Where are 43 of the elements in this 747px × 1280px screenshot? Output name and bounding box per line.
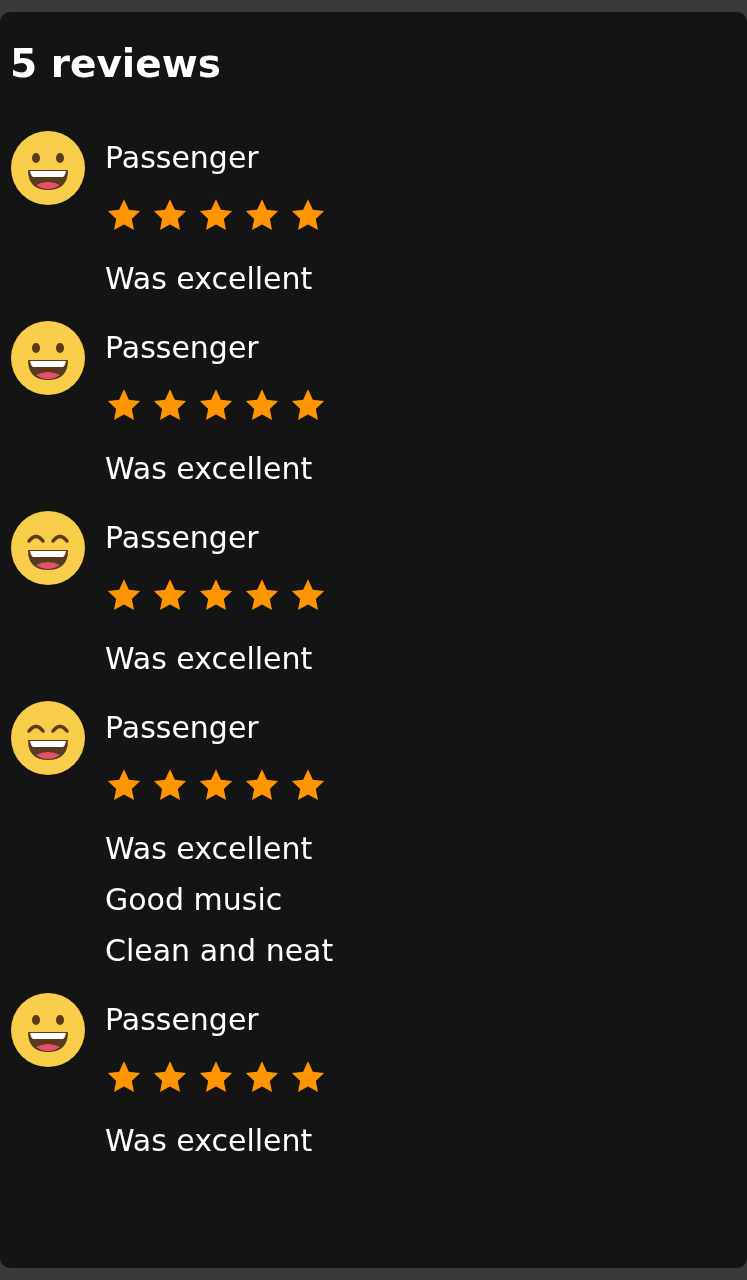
emoji-avatar-icon	[10, 700, 86, 776]
star-icon	[105, 577, 143, 613]
star-icon	[197, 767, 235, 803]
emoji-avatar-icon	[10, 320, 86, 396]
reviewer-name: Passenger	[105, 519, 260, 557]
star-icon	[197, 197, 235, 233]
star-icon	[151, 387, 189, 423]
emoji-avatar-icon	[10, 130, 86, 206]
reviewer-name: Passenger	[105, 139, 260, 177]
review-comment: Clean and neat	[105, 932, 334, 970]
reviews-title: 5 reviews	[10, 40, 222, 88]
star-icon	[289, 197, 327, 233]
star-icon	[151, 767, 189, 803]
review-comment: Was excellent	[105, 260, 314, 298]
star-icon	[243, 767, 281, 803]
star-icon	[197, 1059, 235, 1095]
star-icon	[289, 577, 327, 613]
star-icon	[105, 767, 143, 803]
star-icon	[289, 387, 327, 423]
review-comment: Was excellent	[105, 640, 314, 678]
star-icon	[243, 577, 281, 613]
review-comment: Was excellent	[105, 450, 314, 488]
star-icon	[105, 387, 143, 423]
review-comment: Was excellent	[105, 1122, 314, 1160]
reviewer-name: Passenger	[105, 709, 260, 747]
star-icon	[243, 197, 281, 233]
star-icon	[105, 197, 143, 233]
review-comment: Good music	[105, 881, 284, 919]
star-icon	[243, 387, 281, 423]
star-icon	[289, 1059, 327, 1095]
star-icon	[151, 1059, 189, 1095]
star-icon	[151, 197, 189, 233]
star-icon	[243, 1059, 281, 1095]
reviewer-name: Passenger	[105, 1001, 260, 1039]
star-icon	[289, 767, 327, 803]
star-icon	[197, 577, 235, 613]
star-icon	[151, 577, 189, 613]
star-icon	[105, 1059, 143, 1095]
reviewer-name: Passenger	[105, 329, 260, 367]
emoji-avatar-icon	[10, 992, 86, 1068]
star-icon	[197, 387, 235, 423]
emoji-avatar-icon	[10, 510, 86, 586]
review-comment: Was excellent	[105, 830, 314, 868]
